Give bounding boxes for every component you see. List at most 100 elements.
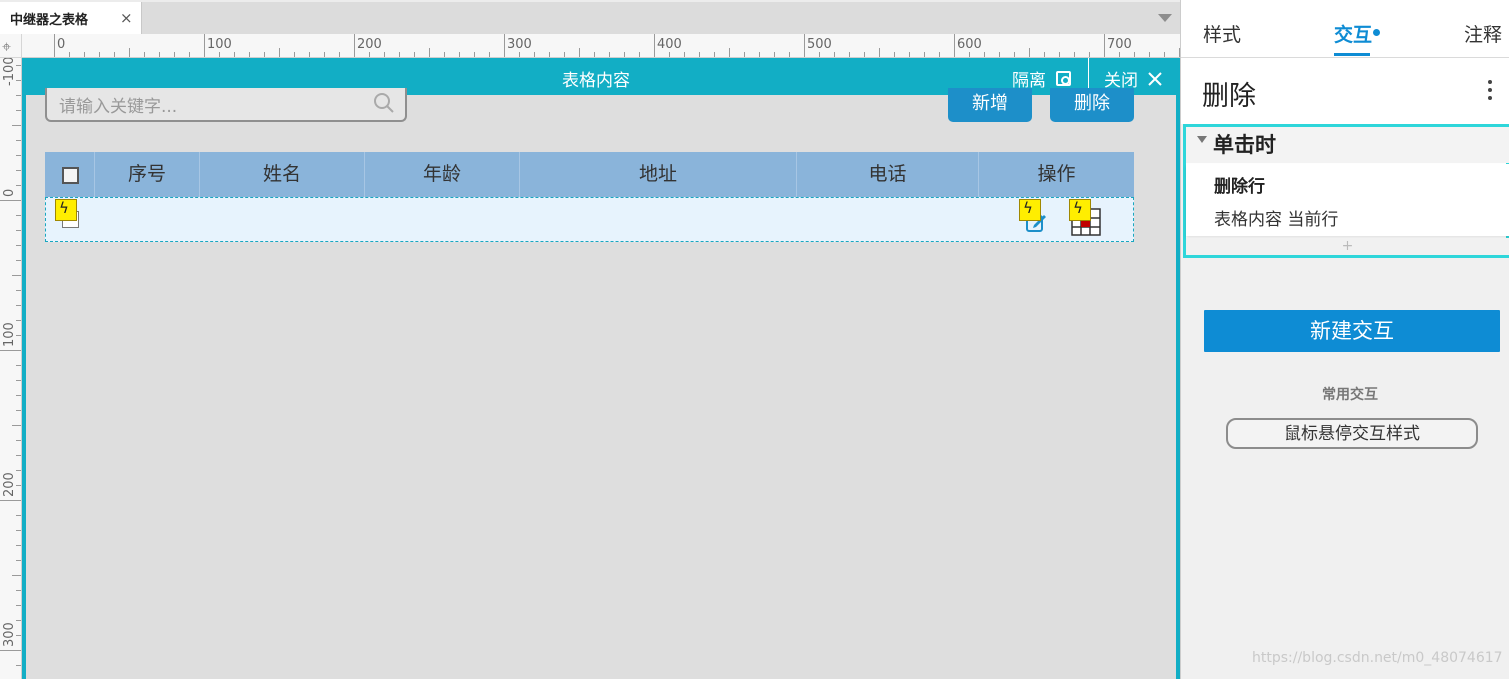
ruler-tick [16, 230, 21, 231]
ruler-tick [1059, 52, 1060, 57]
ruler-tick [474, 52, 475, 57]
event-name: 单击时 [1213, 133, 1276, 157]
ruler-tick [1134, 52, 1135, 57]
crosshair-icon[interactable]: ⌖ [2, 37, 11, 57]
document-tab-label: 中继器之表格 [10, 13, 89, 28]
ruler-tick [114, 52, 115, 57]
ruler-tick [16, 290, 21, 291]
ruler-tick [639, 52, 640, 57]
ruler-tick [864, 52, 865, 57]
ruler-tick [99, 52, 100, 57]
ruler-tick [489, 52, 490, 57]
ruler-tick [909, 52, 910, 57]
ruler-tick [384, 52, 385, 57]
tab-interaction[interactable]: 交互 [1334, 20, 1372, 47]
ruler-tick [459, 52, 460, 57]
ruler-tick [339, 52, 340, 57]
ruler-tick [234, 52, 235, 57]
interaction-flag-icon: ϟ [1019, 199, 1041, 221]
header-checkbox-cell [45, 152, 95, 197]
collapse-caret-icon[interactable] [1197, 136, 1207, 143]
ruler-label: 400 [657, 37, 682, 52]
ruler-tick [264, 52, 265, 57]
ruler-tick [159, 52, 160, 57]
ruler-label: 300 [2, 622, 17, 647]
ruler-tick [0, 500, 21, 501]
add-action-button[interactable]: + [1186, 238, 1509, 255]
ruler-tick [249, 52, 250, 57]
ruler-tick [969, 52, 970, 57]
ruler-tick [624, 52, 625, 57]
ruler-label: 0 [2, 188, 17, 197]
select-all-checkbox[interactable] [62, 167, 79, 184]
active-tab-underline [1334, 53, 1370, 56]
repeater-edit-title: 表格内容 [562, 71, 630, 91]
ruler-tick [744, 52, 745, 57]
ruler-tick [12, 575, 21, 576]
interaction-indicator-dot [1373, 29, 1380, 36]
ruler-tick [1029, 48, 1030, 57]
ruler-tick [294, 52, 295, 57]
column-header-phone: 电话 [797, 152, 979, 197]
ruler-tick [189, 52, 190, 57]
ruler-tick [0, 350, 21, 351]
ruler-tick [609, 52, 610, 57]
ruler-tick [16, 665, 21, 666]
ruler-label: 300 [507, 37, 532, 52]
ruler-tick [16, 545, 21, 546]
tab-notes[interactable]: 注释 [1464, 20, 1502, 47]
ruler-tick [16, 365, 21, 366]
ruler-tick [16, 110, 21, 111]
ruler-tick [999, 52, 1000, 57]
ruler-tick [819, 52, 820, 57]
search-input[interactable]: 请输入关键字... [45, 88, 407, 122]
table-header-row: 序号 姓名 年龄 地址 电话 操作 [45, 152, 1134, 197]
ruler-tick [16, 185, 21, 186]
document-tab[interactable]: 中继器之表格 × [0, 2, 142, 34]
search-icon [374, 93, 394, 113]
common-interactions-label: 常用交互 [1322, 387, 1378, 403]
table-row[interactable]: ϟ ϟ ϟ [45, 197, 1134, 242]
ruler-tick [309, 52, 310, 57]
more-options-icon[interactable] [1487, 80, 1493, 102]
ruler-tick [16, 215, 21, 216]
hover-style-button[interactable]: 鼠标悬停交互样式 [1226, 418, 1478, 449]
ruler-tick [16, 530, 21, 531]
ruler-tick [429, 48, 430, 57]
ruler-label: 600 [957, 37, 982, 52]
ruler-tick [16, 170, 21, 171]
ruler-tick [16, 560, 21, 561]
document-tab-bar [0, 0, 1180, 34]
ruler-tick [804, 34, 805, 57]
column-header-index: 序号 [95, 152, 200, 197]
ruler-tick [16, 410, 21, 411]
ruler-tick [279, 48, 280, 57]
ruler-tick [669, 52, 670, 57]
horizontal-ruler: 0 100 200 300 400 500 600 700 [22, 34, 1180, 58]
column-header-name: 姓名 [200, 152, 365, 197]
interaction-flag-icon: ϟ [55, 199, 77, 221]
ruler-label: -100 [2, 58, 17, 86]
ruler-tick [924, 52, 925, 57]
ruler-tick [219, 52, 220, 57]
ruler-tick [16, 590, 21, 591]
widget-name[interactable]: 删除 [1202, 74, 1256, 113]
close-tab-icon[interactable]: × [120, 9, 133, 27]
add-button[interactable]: 新增 [948, 88, 1032, 122]
ruler-tick [54, 34, 55, 57]
column-header-age: 年龄 [365, 152, 520, 197]
tab-dropdown-icon[interactable] [1158, 14, 1172, 22]
action-detail: 表格内容 当前行 [1214, 210, 1339, 230]
watermark: https://blog.csdn.net/m0_48074617 [1252, 650, 1503, 666]
ruler-label: 100 [2, 322, 17, 347]
ruler-tick [16, 605, 21, 606]
delete-button[interactable]: 删除 [1050, 88, 1134, 122]
column-header-address: 地址 [520, 152, 797, 197]
ruler-tick [1014, 52, 1015, 57]
ruler-tick [879, 48, 880, 57]
new-interaction-button[interactable]: 新建交互 [1204, 310, 1500, 352]
tab-style[interactable]: 样式 [1203, 20, 1241, 47]
ruler-tick [16, 515, 21, 516]
column-header-actions: 操作 [1037, 163, 1076, 185]
ruler-tick [16, 95, 21, 96]
